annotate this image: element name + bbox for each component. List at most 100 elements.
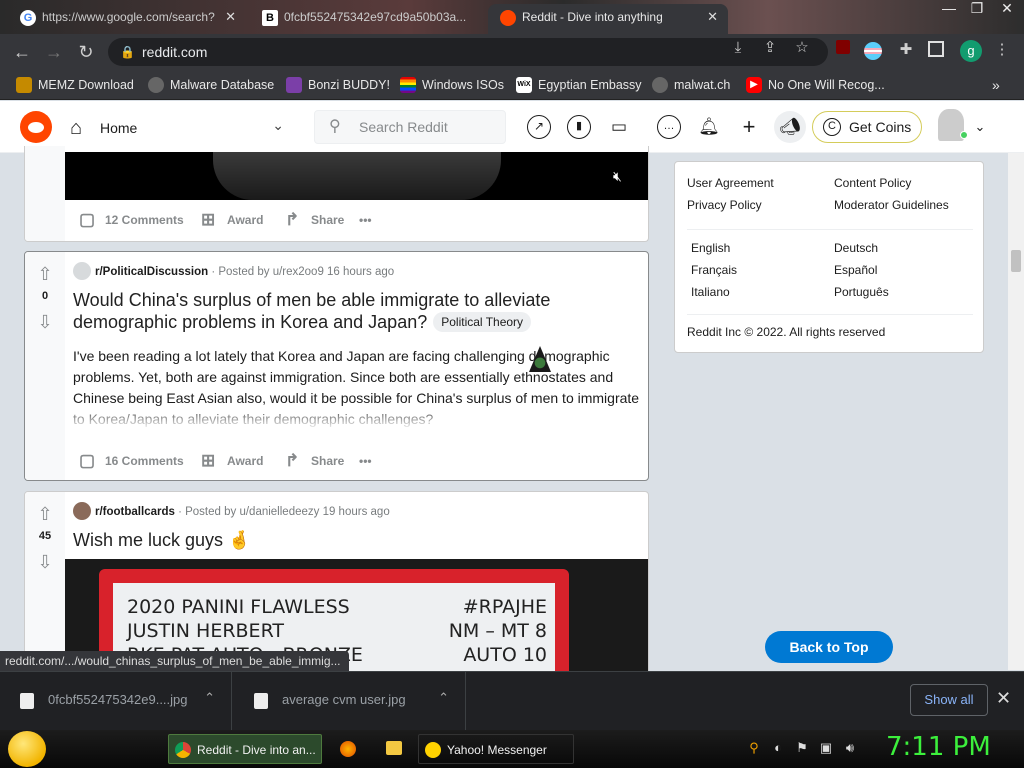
tab-google-search[interactable]: G https://www.google.com/search? ✕ [8,4,246,34]
chevron-up-icon[interactable]: ⌃ [438,690,449,706]
bookmark-no-one-will-recog[interactable]: ▶ No One Will Recog... [746,76,885,94]
taskbar-item-chrome[interactable]: Reddit - Dive into an... [168,734,322,764]
bookmark-malware-db[interactable]: Malware Database [148,76,274,94]
moderator-guidelines-link[interactable]: Moderator Guidelines [834,198,949,212]
scrollbar-thumb[interactable] [1011,250,1021,272]
search-magnifier-icon[interactable]: ⚲ [746,740,762,756]
taskbar-item-yahoo-messenger[interactable]: Yahoo! Messenger [418,734,574,764]
forward-arrow-icon[interactable]: → [42,40,66,64]
award-button[interactable]: ⊞ Award [201,447,263,475]
bookmark-star-icon[interactable]: ☆ [792,38,812,58]
share-button[interactable]: ↱ Share [285,447,344,475]
bookmark-malwatch[interactable]: malwat.ch [652,76,730,94]
show-all-button[interactable]: Show all [910,684,988,716]
subreddit-link[interactable]: r/footballcards [95,506,175,518]
comments-button[interactable]: ▢ 12 Comments [79,206,184,234]
back-to-top-button[interactable]: Back to Top [765,631,893,663]
privacy-policy-link[interactable]: Privacy Policy [687,198,762,212]
downvote-arrow-icon[interactable]: ⇩ [35,312,55,332]
share-arrow-icon: ↱ [285,451,300,470]
language-italiano[interactable]: Italiano [691,285,730,299]
user-agreement-link[interactable]: User Agreement [687,176,774,190]
close-tab-icon[interactable]: ✕ [707,4,718,30]
downvote-arrow-icon[interactable]: ⇩ [35,552,55,572]
subreddit-link[interactable]: r/PoliticalDiscussion [95,266,208,278]
bookmark-windows-isos[interactable]: Windows ISOs [400,76,504,94]
mute-icon[interactable]: 🔇︎ [613,168,622,185]
explorer-folder-icon[interactable] [386,741,402,755]
action-center-flag-icon[interactable]: ⚑ [794,740,810,756]
firefox-icon[interactable] [340,741,356,757]
search-input[interactable]: ⚲ Search Reddit [314,110,506,144]
network-icon[interactable]: ▣ [818,740,834,756]
close-icon[interactable]: ✕ [996,688,1011,709]
post-flair[interactable]: Political Theory [433,312,532,332]
award-button[interactable]: ⊞ Award [201,206,263,234]
bell-icon[interactable]: 🔔︎ [697,115,721,139]
reload-icon[interactable]: ↻ [74,40,98,64]
posted-by[interactable]: · Posted by u/danielledeezy 19 hours ago [178,506,390,518]
profile-avatar[interactable]: g [960,40,982,62]
tab-reddit[interactable]: Reddit - Dive into anything ✕ [488,4,728,34]
language-francais[interactable]: Français [691,263,737,277]
popular-icon[interactable]: ↗ [527,115,551,139]
get-coins-button[interactable]: C Get Coins [812,111,922,143]
language-english[interactable]: English [691,241,730,255]
upvote-arrow-icon[interactable]: ⇧ [35,504,55,524]
language-deutsch[interactable]: Deutsch [834,241,878,255]
language-espanol[interactable]: Español [834,263,877,277]
page-scrollbar[interactable] [1008,153,1024,670]
ublock-extension-icon[interactable] [836,40,850,54]
volume-icon[interactable]: 🔊︎ [842,740,858,756]
download-item[interactable]: 0fcbf552475342e9....jpg ⌃ [0,672,232,730]
bookmark-egyptian-embassy[interactable]: WiX Egyptian Embassy [516,76,642,94]
upvote-arrow-icon[interactable]: ⇧ [35,264,55,284]
browser-toolbar: ← → ↻ 🔒 reddit.com ⤓ ⇪ ☆ 24 ✚ g ⋮ [0,34,1024,96]
user-menu-chevron-icon[interactable]: ⌄ [968,115,992,139]
start-button-smiley-icon[interactable] [8,731,46,767]
user-avatar[interactable] [938,109,968,141]
content-policy-link[interactable]: Content Policy [834,176,911,190]
install-app-icon[interactable]: ⤓ [728,38,748,58]
more-options-icon[interactable]: ••• [359,206,372,234]
address-bar[interactable]: 🔒 reddit.com [108,38,828,66]
video-frame [213,152,501,200]
minimize-icon[interactable]: — [936,0,962,16]
language-portugues[interactable]: Português [834,285,889,299]
maximize-icon[interactable]: ❐ [964,0,990,17]
flag-extension-icon[interactable] [864,42,882,60]
stats-icon[interactable]: ▮ [567,115,591,139]
home-dropdown[interactable]: ⌂ Home ⌄ [70,111,294,145]
comments-button[interactable]: ▢ 16 Comments [79,447,184,475]
puzzle-extensions-icon[interactable]: ✚ [896,40,916,60]
post-china-surplus[interactable]: ⇧ 0 ⇩ r/PoliticalDiscussion · Posted by … [24,251,649,481]
menu-kebab-icon[interactable]: ⋮ [992,40,1012,60]
video-icon[interactable]: ▭ [607,115,631,139]
create-post-plus-icon[interactable]: + [737,115,761,139]
download-item[interactable]: average cvm user.jpg ⌃ [234,672,466,730]
chevron-up-icon[interactable]: ⌃ [204,690,215,706]
bookmark-memz[interactable]: MEMZ Download [16,76,134,94]
bookmark-label: MEMZ Download [38,78,134,92]
share-icon[interactable]: ⇪ [760,38,780,58]
post-title[interactable]: Wish me luck guys 🤞 [73,529,643,551]
bookmark-label: Malware Database [170,78,275,92]
video-player[interactable]: 🔇︎ [65,152,648,200]
post-video[interactable]: 🔇︎ ▢ 12 Comments ⊞ Award ↱ Share ••• [24,146,649,242]
tray-circle-icon[interactable]: ◐ [770,740,786,756]
taskbar-clock[interactable]: 7:11 PM [886,732,991,762]
reddit-logo-icon[interactable] [20,111,52,143]
side-panel-icon[interactable] [928,41,944,57]
close-window-icon[interactable]: ✕ [994,0,1020,17]
post-title[interactable]: Would China's surplus of men be able imm… [73,289,643,333]
more-bookmarks-chevron-icon[interactable]: » [992,76,1000,94]
advertise-megaphone-icon[interactable]: 📣︎ [774,111,806,143]
tab-image[interactable]: B 0fcbf552475342e97cd9a50b03a... [250,4,486,34]
back-arrow-icon[interactable]: ← [10,40,34,64]
close-tab-icon[interactable]: ✕ [225,4,236,30]
share-button[interactable]: ↱ Share [285,206,344,234]
chat-icon[interactable]: … [657,115,681,139]
posted-by[interactable]: · Posted by u/rex2oo9 16 hours ago [211,266,394,278]
bookmark-bonzi[interactable]: Bonzi BUDDY! [286,76,390,94]
more-options-icon[interactable]: ••• [359,447,372,475]
